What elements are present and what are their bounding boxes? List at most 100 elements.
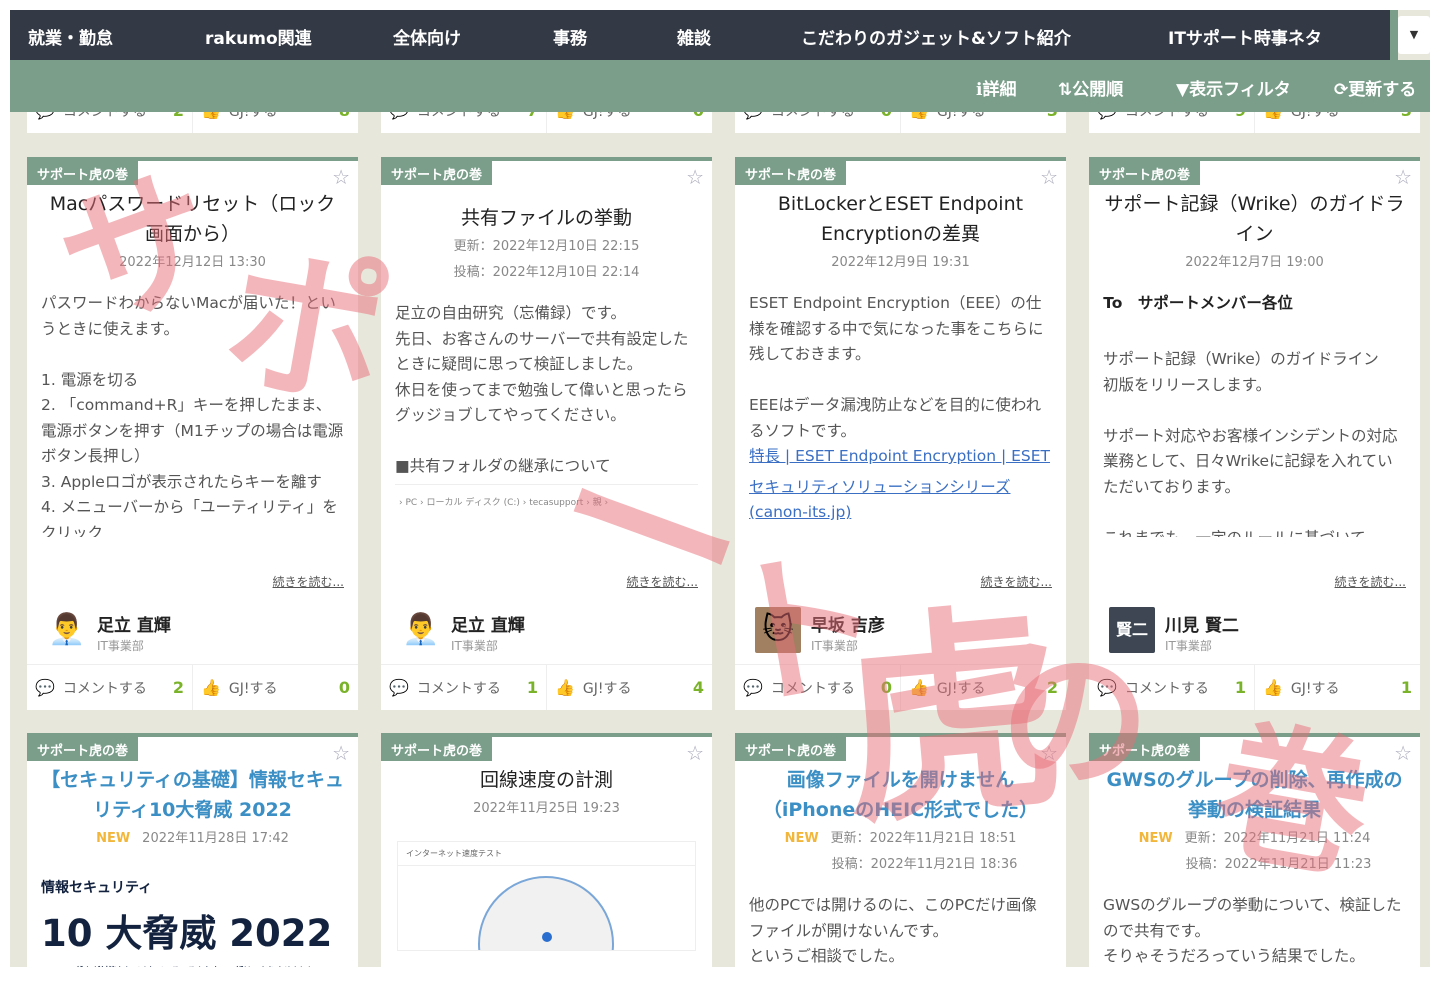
comment-button[interactable]: 💬 コメントする 0: [735, 665, 900, 710]
paragraph: これまでも、一定のルールに基づいてWrikeに起票いただいておりました: [1103, 526, 1406, 538]
date-text: 2022年12月7日 19:00: [1185, 255, 1324, 270]
star-icon[interactable]: ☆: [1394, 165, 1412, 189]
comment-button[interactable]: 💬 コメントする 1: [381, 665, 546, 710]
nav-item-chat[interactable]: 雑談: [677, 24, 711, 49]
post-card[interactable]: サポート虎の巻 ☆ 回線速度の計測 2022年11月25日 19:23 インターネット速…: [381, 733, 712, 967]
post-card[interactable]: サポート虎の巻 ☆ 共有ファイルの挙動 更新：2022年12月10日 22:15 投稿：…: [381, 157, 712, 710]
author-name[interactable]: 足立 直輝: [451, 611, 525, 636]
nav-dropdown-button[interactable]: ▼: [1398, 16, 1430, 54]
nav-item-all[interactable]: 全体向け: [393, 24, 461, 49]
post-title[interactable]: 共有ファイルの挙動: [395, 203, 698, 233]
nav-item-gadgets[interactable]: こだわりのガジェット&ソフト紹介: [801, 24, 1071, 49]
read-more-link[interactable]: 続きを読む...: [268, 573, 344, 590]
author-dept: IT事業部: [451, 639, 498, 653]
paragraph: 足立の自由研究（忘備録）です。: [395, 304, 626, 322]
gj-button[interactable]: 👍 GJ!する 2: [900, 665, 1066, 710]
date-text: 投稿：2022年11月21日 18:36: [831, 857, 1018, 872]
post-title[interactable]: 【セキュリティの基礎】情報セキュリティ10大脅威 2022: [41, 765, 344, 825]
read-more-link[interactable]: 続きを読む...: [622, 573, 698, 590]
nav-item-attendance[interactable]: 就業・勤怠: [28, 24, 113, 49]
post-card[interactable]: サポート虎の巻 ☆ Macパスワードリセット（ロック画面から） 2022年12月12日…: [27, 157, 358, 710]
post-card[interactable]: サポート虎の巻 ☆ 【セキュリティの基礎】情報セキュリティ10大脅威 2022 NEW…: [27, 733, 358, 967]
gj-count: 2: [1046, 678, 1058, 697]
paragraph-bold: [b]To サポートメンバー各位: [1103, 294, 1293, 312]
new-badge: NEW: [1138, 831, 1173, 846]
post-date: 更新：2022年12月10日 22:15: [381, 235, 712, 259]
post-date: 投稿：2022年12月10日 22:14: [381, 261, 712, 285]
post-body: [b]To サポートメンバー各位 サポート記録（Wrike）のガイドライン 初版…: [1089, 275, 1420, 537]
gj-button[interactable]: 👍 GJ!する 0: [192, 665, 358, 710]
post-card[interactable]: サポート虎の巻 ☆ サポート記録（Wrike）のガイドライン 2022年12月7日 1…: [1089, 157, 1420, 710]
star-icon[interactable]: ☆: [1040, 165, 1058, 189]
post-title[interactable]: GWSのグループの削除、再作成の挙動の検証結果: [1103, 765, 1406, 825]
star-icon[interactable]: ☆: [686, 165, 704, 189]
avatar-person: 👨‍💼: [402, 612, 440, 647]
category-tag: サポート虎の巻: [381, 161, 493, 185]
comment-count: 1: [1234, 678, 1246, 697]
nav-gap: [1390, 10, 1398, 60]
paragraph: 3. Appleロゴが表示されたらキーを離す: [41, 472, 322, 491]
post-title[interactable]: BitLockerとESET Endpoint Encryptionの差異: [749, 189, 1052, 249]
star-icon[interactable]: ☆: [686, 741, 704, 765]
star-icon[interactable]: ☆: [332, 741, 350, 765]
post-date: 2022年11月25日 19:23: [381, 797, 712, 821]
gauge-needle: [542, 932, 552, 942]
author: 賢二 川見 賢二 IT事業部: [1109, 607, 1409, 657]
star-icon[interactable]: ☆: [1040, 741, 1058, 765]
read-more-link[interactable]: 続きを読む...: [976, 573, 1052, 590]
comment-button[interactable]: 💬 コメントする 2: [27, 665, 192, 710]
card-footer: 💬 コメントする 0 👍 GJ!する 2: [735, 664, 1066, 710]
post-link[interactable]: [link]特長 | ESET Endpoint Encryption | ES…: [749, 444, 1052, 526]
new-badge: NEW: [96, 831, 131, 846]
post-title[interactable]: 回線速度の計測: [395, 765, 698, 795]
comment-icon: 💬: [389, 678, 409, 697]
author-name[interactable]: 川見 賢二: [1165, 611, 1239, 636]
gj-button[interactable]: 👍 GJ!する 1: [1254, 665, 1420, 710]
toolbar: ℹ詳細 ⇅公開順 ▼表示フィルタ ⟳更新する: [10, 60, 1430, 112]
paragraph: 4. メニューバーから「ユーティリティ」をクリック: [41, 498, 338, 537]
date-text: 投稿：2022年11月21日 11:23: [1185, 857, 1372, 872]
star-icon[interactable]: ☆: [332, 165, 350, 189]
author-name[interactable]: 足立 直輝: [97, 611, 171, 636]
author-name[interactable]: 早坂 吉彦: [811, 611, 885, 636]
gj-label: GJ!する: [1290, 680, 1340, 697]
read-more-link[interactable]: 続きを読む...: [1330, 573, 1406, 590]
filter-button[interactable]: ▼表示フィルタ: [1176, 75, 1291, 100]
date-text: 投稿：2022年12月10日 22:14: [453, 265, 640, 280]
paragraph: ESET Endpoint Encryption（EEE）の仕様を確認する中で気…: [749, 294, 1044, 363]
sort-button[interactable]: ⇅公開順: [1058, 75, 1123, 100]
nav-item-office[interactable]: 事務: [553, 24, 587, 49]
avatar-initials: 賢二: [1109, 607, 1155, 653]
post-card[interactable]: サポート虎の巻 ☆ BitLockerとESET Endpoint Encrypti…: [735, 157, 1066, 710]
category-tag: サポート虎の巻: [735, 737, 847, 761]
refresh-button[interactable]: ⟳更新する: [1334, 75, 1416, 100]
date-text: 2022年12月9日 19:31: [831, 255, 970, 270]
card-footer: 💬 コメントする 1 👍 GJ!する 1: [1089, 664, 1420, 710]
category-tag: サポート虎の巻: [27, 161, 139, 185]
date-text: 2022年12月12日 13:30: [119, 255, 266, 270]
post-card[interactable]: サポート虎の巻 ☆ GWSのグループの削除、再作成の挙動の検証結果 NEW 更新：202…: [1089, 733, 1420, 967]
comment-button[interactable]: 💬 コメントする 1: [1089, 665, 1254, 710]
author-dept: IT事業部: [1165, 639, 1212, 653]
nav-item-it-news[interactable]: ITサポート時事ネタ: [1168, 24, 1322, 49]
image-line2: 10 大脅威 2022: [41, 912, 333, 955]
post-card[interactable]: サポート虎の巻 ☆ 画像ファイルを開けません（iPhoneのHEIC形式でした） NE…: [735, 733, 1066, 967]
speedtest-image: インターネット速度テスト: [397, 841, 696, 951]
gj-count: 0: [338, 678, 350, 697]
gj-count: 4: [692, 678, 704, 697]
paragraph: 2. 「command+R」キーを押したまま、電源ボタンを押す（M1チップの場合…: [41, 396, 344, 465]
post-title[interactable]: 画像ファイルを開けません（iPhoneのHEIC形式でした）: [749, 765, 1052, 825]
paragraph: サポート記録（Wrike）のガイドライン 初版をリリースします。: [1103, 350, 1395, 394]
post-title[interactable]: サポート記録（Wrike）のガイドライン: [1103, 189, 1406, 249]
gj-button[interactable]: 👍 GJ!する 4: [546, 665, 712, 710]
nav-item-rakumo[interactable]: rakumo関連: [205, 24, 312, 49]
paragraph: GWSのグループの挙動について、検証したので共有です。: [1103, 896, 1402, 940]
detail-button[interactable]: ℹ詳細: [976, 75, 1016, 100]
comment-icon: 💬: [1097, 678, 1117, 697]
star-icon[interactable]: ☆: [1394, 741, 1412, 765]
detail-label: 詳細: [982, 80, 1017, 100]
paragraph: パスワードわからないMacが届いた！というときに使えます。: [41, 294, 336, 338]
post-title[interactable]: Macパスワードリセット（ロック画面から）: [41, 189, 344, 249]
